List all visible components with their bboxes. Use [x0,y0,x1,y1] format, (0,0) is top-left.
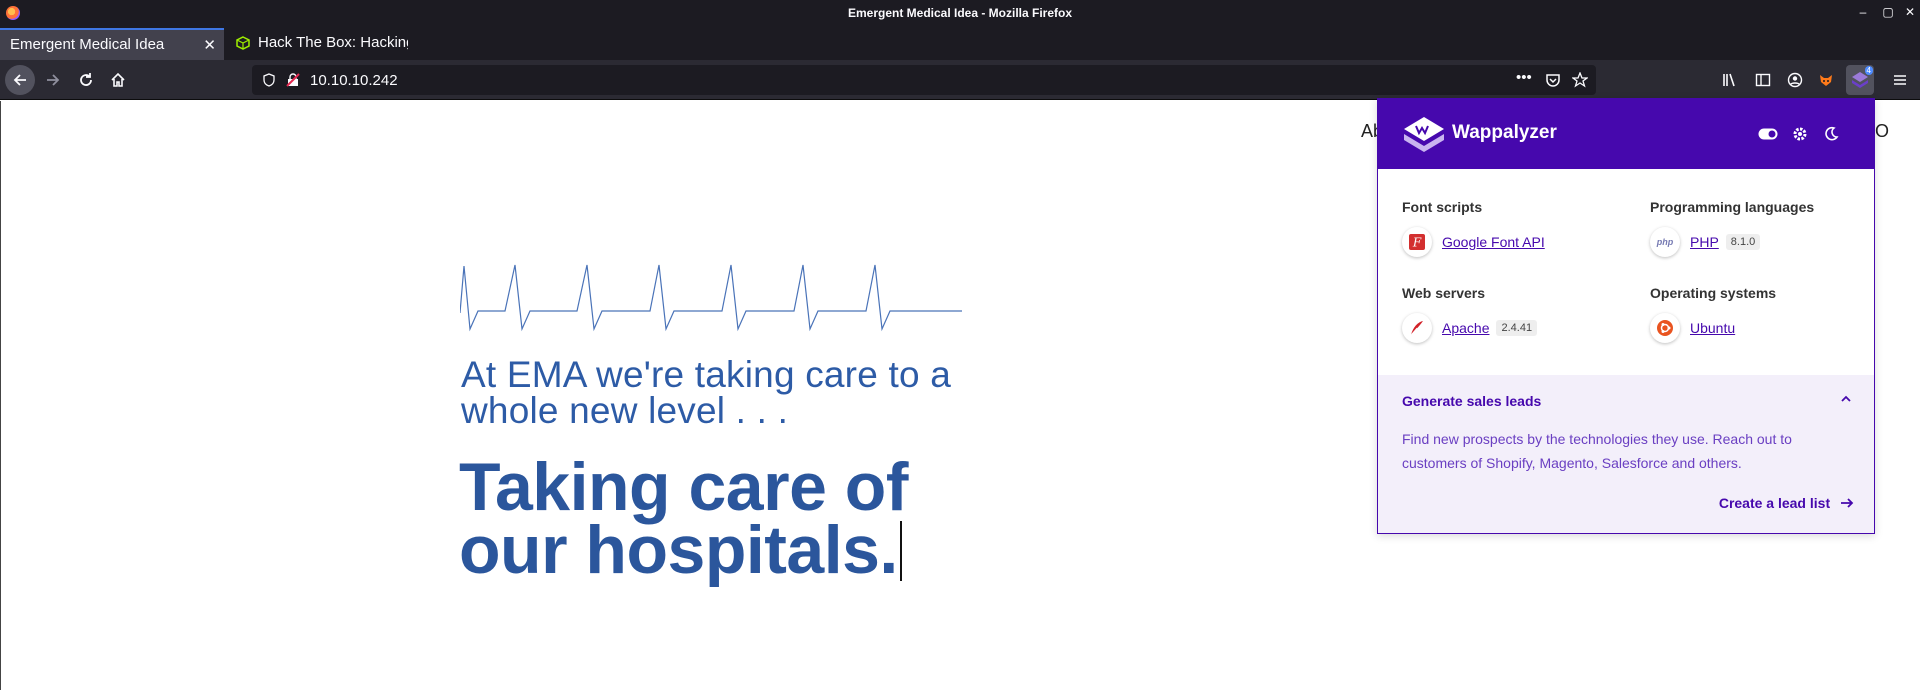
tech-name[interactable]: Apache [1442,320,1489,336]
headline-line-2: our hospitals. [459,512,898,588]
wappalyzer-popup: Wappalyzer Font scripts F Google Font AP… [1377,98,1875,534]
reload-button[interactable] [71,65,101,95]
home-icon [111,72,125,87]
category-title: Operating systems [1650,285,1777,301]
category-font-scripts: Font scripts [1402,199,1482,215]
reload-icon [80,73,92,86]
pocket-icon[interactable] [1545,72,1561,88]
google-font-api-icon: F [1402,227,1432,257]
shield-icon[interactable] [262,73,276,87]
tech-ubuntu[interactable]: Ubuntu [1650,313,1735,343]
tech-google-font-api[interactable]: F Google Font API [1402,227,1545,257]
tab-emergent-medical-idea[interactable]: Emergent Medical Idea ✕ [0,28,224,60]
wappalyzer-technologies: Font scripts F Google Font API Programmi… [1378,169,1874,375]
url-text: 10.10.10.242 [310,72,398,89]
headline-line-1: Taking care of [459,449,908,525]
sales-leads-description: Find new prospects by the technologies t… [1402,431,1792,471]
tech-name[interactable]: Ubuntu [1690,320,1735,336]
category-programming-languages: Programming languages [1650,199,1814,215]
close-tab-icon[interactable]: ✕ [203,36,216,54]
url-bar[interactable]: 10.10.10.242 ••• [252,65,1596,95]
back-button[interactable] [5,65,35,95]
tab-label: Hack The Box: Hacking T [258,34,408,51]
maximize-button[interactable]: ▢ [1881,5,1895,19]
sales-leads-title[interactable]: Generate sales leads [1402,393,1541,409]
category-web-servers: Web servers [1402,285,1485,301]
svg-text:F: F [1412,236,1422,250]
minimize-button[interactable]: – [1856,5,1870,19]
extension-badge: 4 [1864,66,1873,75]
category-title: Font scripts [1402,199,1483,215]
tech-name[interactable]: Google Font API [1442,234,1545,250]
gear-icon[interactable] [1790,124,1810,144]
arrow-left-icon [13,74,26,86]
window-title: Emergent Medical Idea - Mozilla Firefox [847,6,1073,20]
tech-version-badge: 2.4.41 [1496,320,1538,336]
category-title: Web servers [1402,285,1486,301]
sidebar-icon[interactable] [1753,70,1773,90]
close-window-button[interactable]: ✕ [1903,5,1917,19]
sales-leads-panel: Generate sales leads Find new prospects … [1378,375,1874,533]
page-actions-icon[interactable]: ••• [1516,69,1532,86]
heartbeat-line-graphic [460,264,962,332]
foxyproxy-extension-icon[interactable] [1816,70,1836,90]
forward-button[interactable] [38,65,68,95]
home-button[interactable] [103,65,133,95]
tab-hack-the-box[interactable]: Hack The Box: Hacking T [226,28,450,60]
insecure-lock-icon[interactable] [286,73,300,87]
wappalyzer-brand: Wappalyzer [1452,122,1557,143]
wappalyzer-header: Wappalyzer [1378,99,1874,169]
hackthebox-cube-icon [236,36,250,50]
category-title: Programming languages [1650,199,1815,215]
category-operating-systems: Operating systems [1650,285,1776,301]
hero-tagline: At EMA we're taking care to a whole new … [461,354,951,431]
dark-mode-moon-icon[interactable] [1821,124,1841,144]
text-caret [899,521,902,581]
account-icon[interactable] [1785,70,1805,90]
toggle-switch-icon[interactable] [1758,124,1778,144]
arrow-right-icon [1841,498,1854,508]
hero-headline: Taking care of our hospitals. [459,449,1019,584]
arrow-right-icon [47,74,60,86]
navigation-toolbar: 10.10.10.242 ••• 4 [0,60,1920,100]
window-titlebar: Emergent Medical Idea - Mozilla Firefox … [0,0,1920,26]
create-lead-list-link[interactable]: Create a lead list [1719,495,1854,511]
tech-version-badge: 8.1.0 [1725,234,1761,250]
tech-name[interactable]: PHP [1690,234,1719,250]
wappalyzer-logo-icon [1404,117,1444,152]
php-icon: php [1650,227,1680,257]
apache-feather-icon [1402,313,1432,343]
hamburger-menu-icon[interactable] [1890,70,1910,90]
wappalyzer-extension-button[interactable]: 4 [1846,65,1874,95]
tech-apache[interactable]: Apache 2.4.41 [1402,313,1538,343]
tech-php[interactable]: php PHP 8.1.0 [1650,227,1761,257]
bookmark-star-icon[interactable] [1572,72,1588,88]
library-icon[interactable] [1720,70,1740,90]
create-lead-list-label: Create a lead list [1718,495,1831,511]
tab-label: Emergent Medical Idea [10,36,165,53]
chevron-up-icon[interactable] [1840,393,1852,405]
ubuntu-icon [1650,313,1680,343]
tab-strip: Emergent Medical Idea ✕ Hack The Box: Ha… [0,26,1920,79]
